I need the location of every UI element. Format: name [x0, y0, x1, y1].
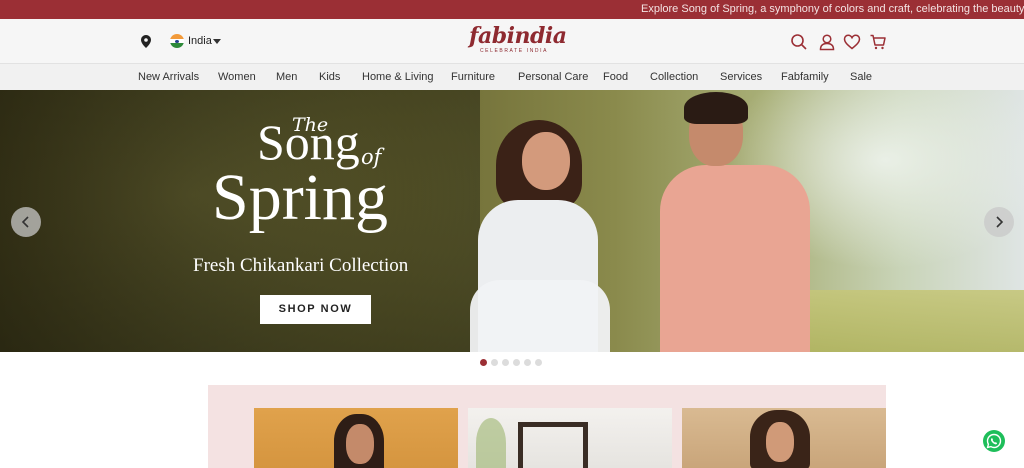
cart-icon[interactable] — [869, 33, 887, 51]
category-card[interactable] — [468, 408, 672, 468]
location-pin-icon[interactable] — [141, 35, 151, 48]
man-hair-shape — [684, 92, 748, 124]
chevron-right-icon — [996, 216, 1004, 228]
model-face-shape — [766, 422, 794, 462]
carousel-next-button[interactable] — [984, 207, 1014, 237]
nav-item-furniture[interactable]: Furniture — [451, 71, 495, 83]
nav-item-personal-care[interactable]: Personal Care — [518, 71, 588, 83]
hero-title-spring: Spring — [212, 161, 389, 234]
nav-item-new-arrivals[interactable]: New Arrivals — [138, 71, 199, 83]
carousel-dot[interactable] — [502, 359, 509, 366]
heart-icon[interactable] — [843, 33, 861, 51]
chair-shape — [518, 422, 588, 468]
hero-title-song: Song — [257, 114, 360, 170]
country-selector[interactable]: India — [188, 35, 212, 47]
chevron-left-icon — [21, 216, 29, 228]
brand-logo[interactable]: fabindia CELEBRATE INDIA — [469, 23, 567, 60]
nav-item-kids[interactable]: Kids — [319, 71, 340, 83]
category-card[interactable] — [254, 408, 458, 468]
main-nav: New Arrivals Women Men Kids Home & Livin… — [0, 63, 1024, 90]
carousel-dot[interactable] — [513, 359, 520, 366]
woman-face-shape — [522, 132, 570, 190]
hero-grass — [780, 290, 1024, 352]
chevron-down-icon[interactable] — [213, 39, 221, 44]
nav-item-women[interactable]: Women — [218, 71, 256, 83]
user-icon[interactable] — [818, 33, 836, 51]
carousel-dot[interactable] — [535, 359, 542, 366]
man-kurta-shape — [660, 165, 810, 352]
nav-item-collection[interactable]: Collection — [650, 71, 698, 83]
nav-item-home-living[interactable]: Home & Living — [362, 71, 434, 83]
whatsapp-icon — [986, 433, 1002, 449]
shop-now-button[interactable]: SHOP NOW — [260, 295, 371, 324]
nav-item-sale[interactable]: Sale — [850, 71, 872, 83]
nav-item-services[interactable]: Services — [720, 71, 762, 83]
dupatta-shape — [470, 280, 610, 352]
logo-wordmark: fabindia — [469, 23, 567, 49]
nav-item-food[interactable]: Food — [603, 71, 628, 83]
carousel-dot[interactable] — [491, 359, 498, 366]
nav-item-men[interactable]: Men — [276, 71, 297, 83]
search-icon[interactable] — [790, 33, 808, 51]
announcement-bar[interactable]: Explore Song of Spring, a symphony of co… — [0, 0, 1024, 19]
carousel-dot[interactable] — [524, 359, 531, 366]
plant-shape — [476, 418, 506, 468]
carousel-dot[interactable] — [480, 359, 487, 366]
india-flag-icon[interactable] — [170, 34, 184, 48]
whatsapp-button[interactable] — [983, 430, 1005, 452]
announcement-text: Explore Song of Spring, a symphony of co… — [641, 3, 1024, 15]
site-header: India fabindia CELEBRATE INDIA — [0, 19, 1024, 63]
hero-subtitle: Fresh Chikankari Collection — [193, 255, 409, 276]
model-face-shape — [346, 424, 374, 464]
category-card[interactable] — [682, 408, 886, 468]
carousel-prev-button[interactable] — [11, 207, 41, 237]
nav-item-fabfamily[interactable]: Fabfamily — [781, 71, 829, 83]
logo-tagline: CELEBRATE INDIA — [479, 48, 549, 54]
